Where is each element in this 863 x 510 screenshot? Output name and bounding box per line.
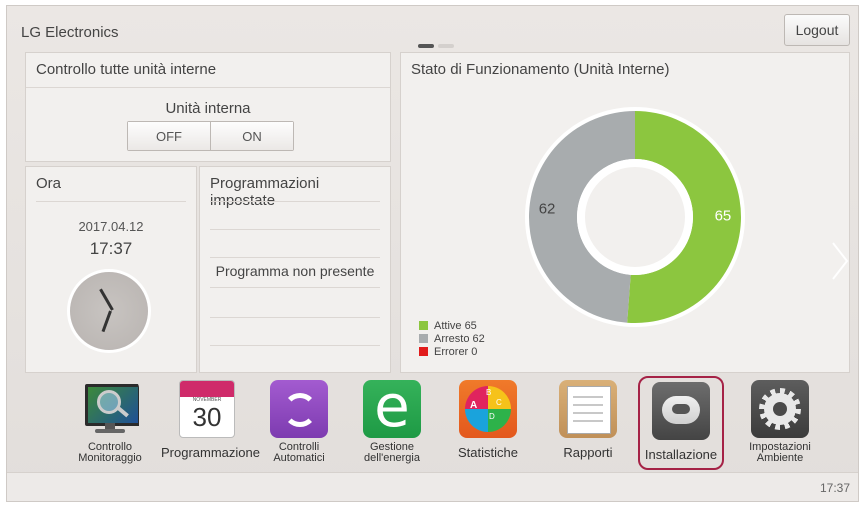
schedule-panel-title: Programmazioni impostate	[210, 175, 320, 209]
schedule-row-divider	[210, 229, 380, 230]
statistics-pie-icon: A B C D	[459, 380, 517, 438]
calendar-icon: NOVEMBER 30	[179, 380, 235, 438]
legend-swatch-red	[419, 347, 428, 356]
footer-time: 17:37	[819, 481, 850, 495]
app-reports[interactable]: Rapporti	[542, 380, 634, 468]
legend-swatch-green	[419, 321, 428, 330]
monitor-search-icon	[81, 380, 139, 438]
schedule-row-divider	[210, 317, 380, 318]
indoor-unit-label: Unità interna	[165, 100, 251, 117]
time-panel: Ora 2017.04.12 17:37	[25, 166, 197, 373]
app-label: Rapporti	[563, 445, 613, 460]
app-environment-settings[interactable]: Impostazioni Ambiente	[734, 380, 826, 468]
analog-clock-icon	[67, 269, 151, 353]
on-off-toggle: OFF ON	[127, 121, 294, 151]
app-statistics[interactable]: A B C D Statistiche	[442, 380, 534, 468]
gear-icon	[751, 380, 809, 438]
main-screen: LG Electronics Logout Controllo tutte un…	[6, 5, 859, 502]
auto-cycle-icon	[270, 380, 328, 438]
current-date: 2017.04.12	[78, 219, 144, 234]
chart-legend: Attive 65 Arresto 62 Errorer 0	[419, 319, 485, 358]
schedule-row-divider	[210, 287, 380, 288]
control-panel-title: Controllo tutte unità interne	[36, 61, 217, 78]
clock-hour-hand	[99, 288, 114, 311]
divider	[36, 201, 186, 202]
page-dot-2[interactable]	[438, 44, 454, 48]
ceiling-cassette-icon	[652, 382, 710, 440]
app-label: Impostazioni Ambiente	[749, 441, 811, 464]
report-clipboard-icon	[559, 380, 617, 438]
divider	[26, 87, 390, 88]
no-schedule-text: Programma non presente	[215, 263, 375, 279]
schedule-row-divider	[210, 345, 380, 346]
app-monitoring[interactable]: Controllo Monitoraggio	[64, 380, 156, 468]
control-all-panel: Controllo tutte unità interne Unità inte…	[25, 52, 391, 162]
brand-title: LG Electronics	[21, 24, 119, 41]
donut-hole	[577, 159, 693, 275]
status-footer: 17:37	[7, 472, 858, 501]
app-installation[interactable]: Installazione	[638, 376, 724, 470]
app-scheduling[interactable]: NOVEMBER 30 Programmazione	[161, 380, 260, 468]
schedule-row-divider	[210, 257, 380, 258]
app-energy[interactable]: e Gestione dell'energia	[346, 380, 438, 468]
schedule-panel: Programmazioni impostate Programma non p…	[199, 166, 391, 373]
energy-e-icon: e	[363, 380, 421, 438]
app-label: Programmazione	[161, 445, 260, 460]
off-button[interactable]: OFF	[128, 122, 210, 150]
app-label: Installazione	[644, 447, 718, 462]
page-indicator	[418, 44, 454, 48]
legend-item-error: Errorer 0	[419, 345, 485, 358]
app-label: Controlli Automatici	[273, 441, 325, 464]
legend-item-stopped: Arresto 62	[419, 332, 485, 345]
logout-button[interactable]: Logout	[784, 14, 850, 46]
current-time: 17:37	[89, 239, 133, 258]
app-label: Gestione dell'energia	[364, 441, 420, 464]
time-panel-title: Ora	[36, 175, 62, 192]
on-button[interactable]: ON	[210, 122, 293, 150]
app-launcher-bar: Controllo Monitoraggio NOVEMBER 30 Progr…	[7, 374, 858, 470]
donut-value-label: 65	[715, 207, 732, 224]
page-dot-1[interactable]	[418, 44, 434, 48]
legend-item-active: Attive 65	[419, 319, 485, 332]
donut-value-label: 62	[539, 201, 556, 218]
legend-swatch-gray	[419, 334, 428, 343]
app-label: Statistiche	[458, 445, 518, 460]
chevron-right-icon[interactable]	[829, 239, 851, 283]
schedule-row-divider	[210, 201, 380, 202]
clock-minute-hand	[101, 310, 112, 333]
app-auto-controls[interactable]: Controlli Automatici	[253, 380, 345, 468]
app-label: Controllo Monitoraggio	[78, 441, 142, 464]
operation-status-panel: Stato di Funzionamento (Unità Interne) 6…	[400, 52, 850, 373]
